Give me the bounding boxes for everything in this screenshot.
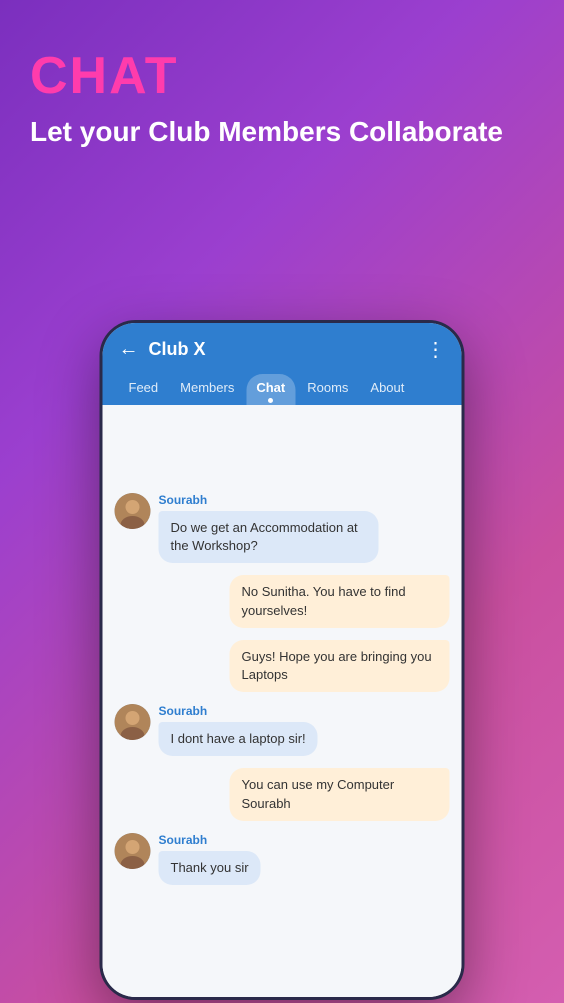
message-sender: Sourabh bbox=[159, 493, 379, 507]
message-bubble: No Sunitha. You have to find yourselves! bbox=[230, 575, 450, 627]
message-bubble: You can use my Computer Sourabh bbox=[230, 768, 450, 820]
message-content: You can use my Computer Sourabh bbox=[230, 768, 450, 820]
chat-area: Sourabh Do we get an Accommodation at th… bbox=[103, 405, 462, 997]
phone-mockup: ← Club X ⋮ Feed Members Chat Rooms About bbox=[100, 320, 465, 1000]
message-content: Sourabh Do we get an Accommodation at th… bbox=[159, 493, 379, 563]
message-bubble: I dont have a laptop sir! bbox=[159, 722, 318, 756]
message-row: Sourabh I dont have a laptop sir! bbox=[115, 704, 450, 756]
message-bubble: Thank you sir bbox=[159, 851, 261, 885]
tab-rooms[interactable]: Rooms bbox=[297, 374, 358, 405]
top-bar: ← Club X ⋮ Feed Members Chat Rooms About bbox=[103, 323, 462, 405]
nav-tabs: Feed Members Chat Rooms About bbox=[119, 374, 446, 405]
avatar bbox=[115, 833, 151, 869]
message-content: No Sunitha. You have to find yourselves! bbox=[230, 575, 450, 627]
message-bubble: Do we get an Accommodation at the Worksh… bbox=[159, 511, 379, 563]
message-content: Guys! Hope you are bringing you Laptops bbox=[230, 640, 450, 692]
message-row: You can use my Computer Sourabh bbox=[115, 768, 450, 820]
page-title: CHAT bbox=[30, 50, 534, 102]
message-row: Sourabh Do we get an Accommodation at th… bbox=[115, 493, 450, 563]
club-name: Club X bbox=[149, 339, 426, 360]
avatar bbox=[115, 493, 151, 529]
message-row: No Sunitha. You have to find yourselves! bbox=[115, 575, 450, 627]
tab-feed[interactable]: Feed bbox=[119, 374, 169, 405]
tab-chat[interactable]: Chat bbox=[246, 374, 295, 405]
phone-screen: ← Club X ⋮ Feed Members Chat Rooms About bbox=[103, 323, 462, 997]
phone-frame: ← Club X ⋮ Feed Members Chat Rooms About bbox=[100, 320, 465, 1000]
message-content: Sourabh I dont have a laptop sir! bbox=[159, 704, 318, 756]
avatar bbox=[115, 704, 151, 740]
tab-about[interactable]: About bbox=[360, 374, 414, 405]
message-row: Sourabh Thank you sir bbox=[115, 833, 450, 885]
message-content: Sourabh Thank you sir bbox=[159, 833, 261, 885]
message-sender: Sourabh bbox=[159, 704, 318, 718]
top-bar-row: ← Club X ⋮ bbox=[119, 337, 446, 362]
message-row: Guys! Hope you are bringing you Laptops bbox=[115, 640, 450, 692]
message-bubble: Guys! Hope you are bringing you Laptops bbox=[230, 640, 450, 692]
header-section: CHAT Let your Club Members Collaborate bbox=[0, 0, 564, 170]
message-sender: Sourabh bbox=[159, 833, 261, 847]
tab-members[interactable]: Members bbox=[170, 374, 244, 405]
chat-spacer bbox=[115, 421, 450, 481]
more-options-icon[interactable]: ⋮ bbox=[426, 337, 446, 362]
page-subtitle: Let your Club Members Collaborate bbox=[30, 114, 534, 150]
back-arrow-icon[interactable]: ← bbox=[119, 338, 139, 361]
